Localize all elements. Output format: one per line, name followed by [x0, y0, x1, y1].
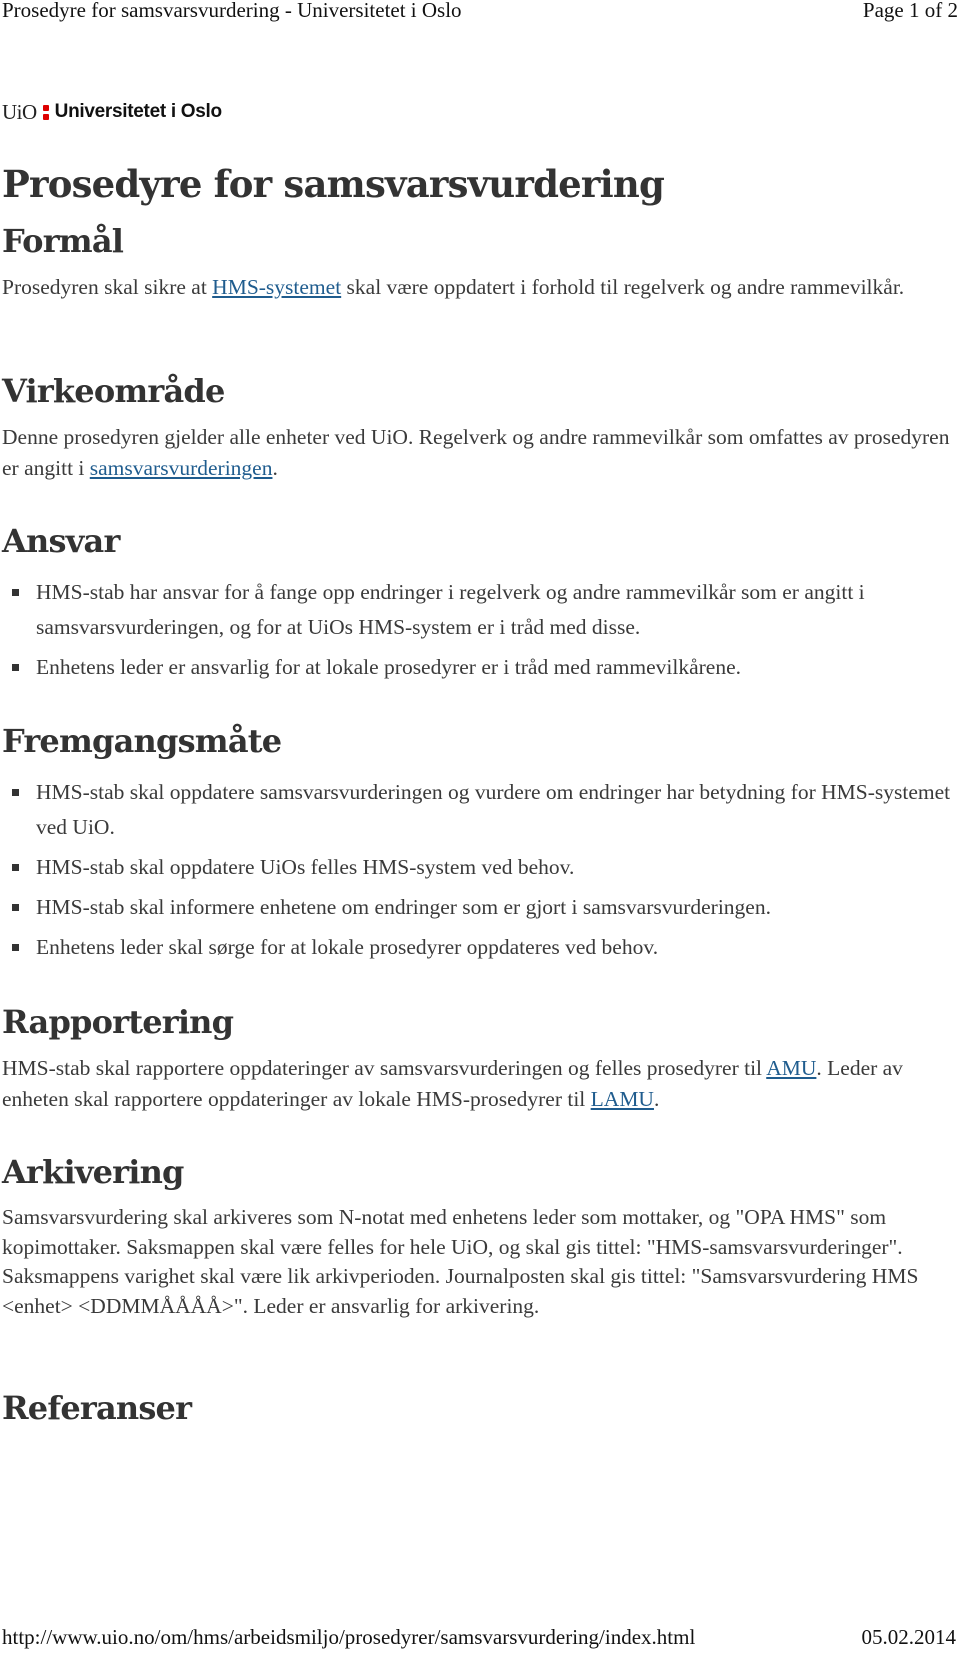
list-item: HMS-stab skal informere enhetene om endr… [0, 890, 955, 925]
print-header-page-number: Page 1 of 2 [862, 0, 958, 22]
section-referanser: Referanser [0, 1389, 955, 1427]
print-header-title: Prosedyre for samsvarsvurdering - Univer… [2, 0, 462, 22]
rapportering-text-end: . [653, 1087, 660, 1111]
heading-ansvar: Ansvar [2, 522, 120, 560]
heading-referanser: Referanser [2, 1389, 192, 1427]
logo-name: Universitetet i Oslo [54, 101, 222, 122]
section-arkivering: Arkivering Samsvarsvurdering skal arkive… [0, 1153, 955, 1321]
section-formal: Formål Prosedyren skal sikre at HMS-syst… [0, 222, 955, 303]
main-content: Prosedyre for samsvarsvurdering [2, 150, 957, 206]
section-rapportering: Rapportering HMS-stab skal rapportere op… [0, 1003, 955, 1115]
logo-colon-icon [42, 104, 49, 120]
uio-logo[interactable]: UiO Universitetet i Oslo [2, 99, 222, 125]
rapportering-text: HMS-stab skal rapportere oppdateringer a… [2, 1053, 955, 1115]
rapportering-text-start: HMS-stab skal rapportere oppdateringer a… [2, 1056, 767, 1080]
section-ansvar: Ansvar HMS-stab har ansvar for å fange o… [0, 522, 955, 690]
bullet-icon [12, 944, 19, 951]
list-item: HMS-stab skal oppdatere samsvarsvurderin… [0, 775, 955, 845]
amu-link[interactable]: AMU [766, 1056, 816, 1080]
page-title: Prosedyre for samsvarsvurdering [2, 162, 665, 206]
ansvar-list: HMS-stab har ansvar for å fange opp endr… [0, 575, 955, 685]
list-item-text: Enhetens leder skal sørge for at lokale … [36, 935, 659, 959]
list-item: HMS-stab har ansvar for å fange opp endr… [0, 575, 955, 645]
section-virkeomrade: Virkeområde Denne prosedyren gjelder all… [0, 372, 955, 484]
virkeomrade-text: Denne prosedyren gjelder alle enheter ve… [2, 422, 955, 484]
arkivering-text: Samsvarsvurdering skal arkiveres som N-n… [2, 1205, 919, 1318]
bullet-icon [12, 904, 19, 911]
bullet-icon [12, 864, 19, 871]
print-footer: http://www.uio.no/om/hms/arbeidsmiljo/pr… [0, 1625, 960, 1653]
section-fremgangsmate: Fremgangsmåte HMS-stab skal oppdatere sa… [0, 722, 955, 970]
heading-rapportering: Rapportering [2, 1003, 234, 1041]
formal-text-end: skal være oppdatert i forhold til regelv… [341, 275, 905, 299]
list-item-text: HMS-stab skal oppdatere UiOs felles HMS-… [36, 855, 575, 879]
formal-text-start: Prosedyren skal sikre at [2, 275, 213, 299]
heading-formal: Formål [2, 222, 124, 260]
lamu-link[interactable]: LAMU [591, 1087, 654, 1111]
samsvarsvurderingen-link[interactable]: samsvarsvurderingen [90, 456, 273, 480]
print-header: Prosedyre for samsvarsvurdering - Univer… [0, 0, 960, 28]
print-footer-date: 05.02.2014 [861, 1625, 957, 1649]
bullet-icon [12, 664, 19, 671]
bullet-icon [12, 789, 19, 796]
heading-fremgangsmate: Fremgangsmåte [2, 722, 282, 760]
list-item: Enhetens leder er ansvarlig for at lokal… [0, 650, 955, 685]
heading-virkeomrade: Virkeområde [2, 372, 225, 410]
fremgangsmate-list: HMS-stab skal oppdatere samsvarsvurderin… [0, 775, 955, 965]
logo-short: UiO [2, 99, 37, 124]
list-item-text: HMS-stab skal informere enhetene om endr… [36, 895, 771, 919]
list-item-text: HMS-stab har ansvar for å fange opp endr… [36, 580, 865, 639]
list-item-text: HMS-stab skal oppdatere samsvarsvurderin… [36, 780, 951, 839]
list-item: HMS-stab skal oppdatere UiOs felles HMS-… [0, 850, 955, 885]
formal-text: Prosedyren skal sikre at HMS-systemet sk… [2, 272, 955, 303]
print-footer-url: http://www.uio.no/om/hms/arbeidsmiljo/pr… [2, 1625, 696, 1649]
list-item: Enhetens leder skal sørge for at lokale … [0, 930, 955, 965]
heading-arkivering: Arkivering [2, 1153, 184, 1191]
list-item-text: Enhetens leder er ansvarlig for at lokal… [36, 655, 742, 679]
hms-systemet-link[interactable]: HMS-systemet [212, 275, 341, 299]
virkeomrade-text-end: . [272, 456, 278, 480]
bullet-icon [12, 589, 19, 596]
